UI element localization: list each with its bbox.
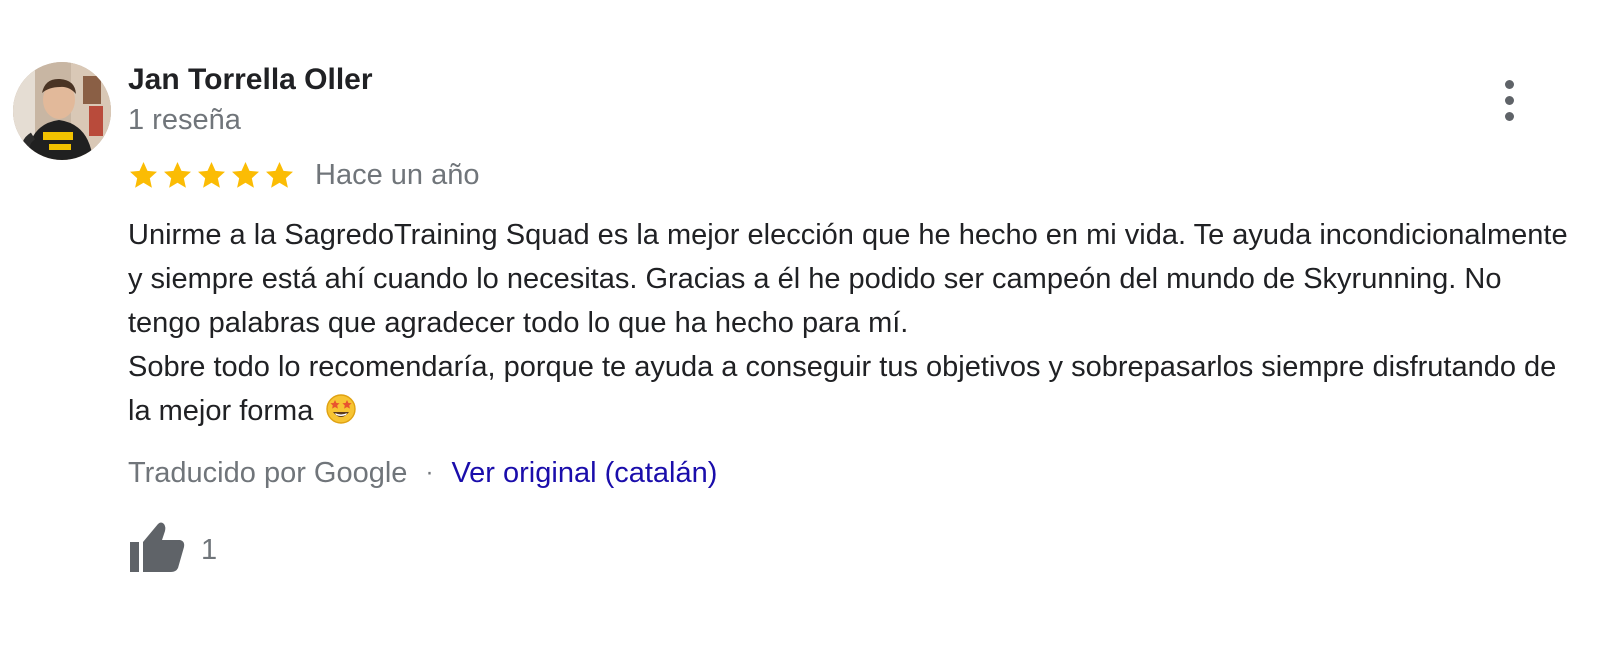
star-icon (127, 159, 160, 192)
avatar-photo (13, 62, 111, 160)
translation-row: Traducido por Google · Ver original (cat… (128, 453, 717, 493)
view-original-link[interactable]: Ver original (catalán) (451, 453, 717, 493)
review-paragraph-last: Sobre todo lo recomendaría, porque te ay… (128, 345, 1568, 433)
author-review-count: 1 reseña (128, 104, 241, 136)
review-text: Unirme a la SagredoTraining Squad es la … (128, 213, 1568, 433)
rating-row: Hace un año (127, 155, 479, 195)
star-icon (263, 159, 296, 192)
star-icon (229, 159, 262, 192)
like-button[interactable] (128, 520, 188, 576)
separator-dot: · (425, 459, 434, 486)
more-vertical-icon-dot (1505, 112, 1514, 121)
more-options-button[interactable] (1488, 78, 1532, 124)
author-name[interactable]: Jan Torrella Oller (128, 61, 373, 99)
review-card: Jan Torrella Oller 1 reseña Hace un año … (0, 0, 1618, 662)
star-icon (161, 159, 194, 192)
thumb-up-icon (130, 522, 185, 572)
more-vertical-icon-dot (1505, 96, 1514, 105)
star-icon (195, 159, 228, 192)
review-paragraph: Unirme a la SagredoTraining Squad es la … (128, 219, 1568, 339)
review-date: Hace un año (315, 159, 480, 191)
star-rating (127, 159, 296, 192)
star-struck-emoji (325, 393, 357, 425)
more-vertical-icon (1505, 80, 1514, 89)
like-count: 1 (201, 534, 218, 566)
avatar[interactable] (13, 62, 111, 160)
translated-by-google: Traducido por Google (128, 457, 408, 489)
